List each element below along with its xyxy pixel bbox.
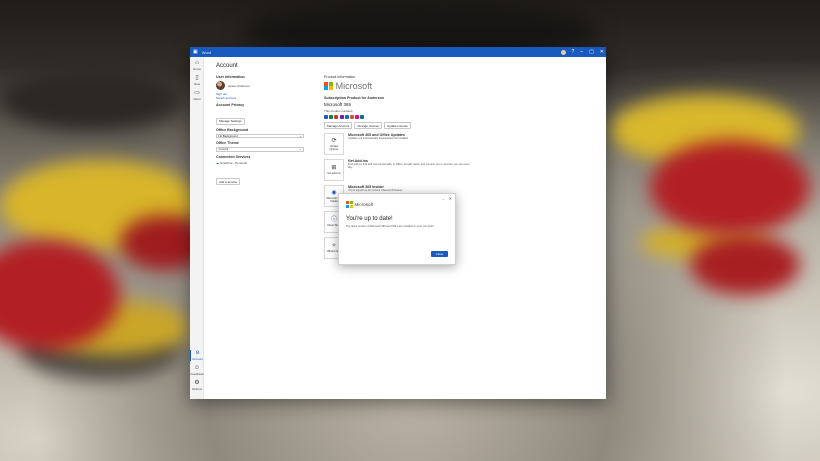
microsoft-logo: Microsoft [324, 81, 474, 91]
help-icon[interactable]: ? [572, 49, 575, 55]
maximize-icon[interactable]: ▢ [589, 49, 594, 55]
chevron-down-icon: ⌄ [299, 133, 302, 138]
dialog-title: You're up to date! [346, 216, 393, 222]
minimize-icon[interactable]: – [580, 49, 583, 55]
change-license-button[interactable]: Change License [354, 122, 383, 129]
updates-desc: Updates are automatically downloaded and… [348, 137, 409, 140]
up-to-date-dialog: – ✕ Microsoft You're up to date! The lat… [338, 193, 456, 265]
contains-label: This product contains [324, 109, 353, 113]
dialog-brand-name: Microsoft [354, 201, 374, 207]
app-icon [349, 115, 354, 119]
switch-account-link[interactable]: Switch account [216, 96, 306, 101]
dialog-minimize-icon[interactable]: – [442, 196, 444, 201]
dialog-message: The latest version of Microsoft 365 and … [346, 225, 435, 228]
app-icon [339, 115, 344, 119]
product-heading: Product Information [324, 75, 356, 79]
add-service-button[interactable]: Add a service [216, 178, 241, 186]
wallpaper-shape [690, 235, 800, 295]
dialog-controls: – ✕ [442, 196, 452, 201]
updates-info: Microsoft 365 and Office Updates Updates… [348, 133, 409, 155]
get-addins-tile[interactable]: ⊞ Get Add-ins [324, 159, 344, 181]
app-icon [324, 115, 328, 119]
privacy-heading: Account Privacy [216, 103, 245, 108]
chevron-down-icon: ⌄ [299, 147, 302, 152]
subscription-heading: Subscription Product for Anderson [324, 96, 384, 100]
user-name: Ayaan Anderson [228, 83, 250, 88]
app-icon [334, 115, 339, 119]
lightbulb-icon: ✧ [331, 243, 337, 249]
onedrive-service: ☁ OneDrive - Personal [216, 161, 306, 165]
services-heading: Connected Services [216, 154, 251, 159]
wallpaper-shape [0, 70, 180, 130]
nav-feedback-label: Feedback [190, 372, 204, 376]
update-options-tile[interactable]: ⟳ Update Options [324, 133, 344, 155]
title-bar: ▣ Word ? – ▢ ✕ [190, 47, 606, 57]
nav-open[interactable]: ▭ Open [190, 90, 204, 101]
nav-new-label: New [193, 82, 200, 86]
microsoft-logo-icon [346, 201, 353, 208]
app-name: Word [201, 49, 212, 55]
theme-select[interactable]: Colorful ⌄ [216, 147, 304, 152]
nav-home-label: Home [192, 67, 201, 71]
manage-settings-button[interactable]: Manage Settings [216, 117, 245, 125]
addins-info: Get Add-ins Find add-ins that add new fu… [348, 159, 474, 181]
theme-heading: Office Theme [216, 141, 239, 146]
app-icon [355, 115, 360, 119]
window-close-icon[interactable]: ✕ [600, 49, 604, 55]
theme-value: Colorful [218, 147, 229, 152]
options-icon: ⚙ [194, 380, 200, 386]
page-title: Account [216, 63, 238, 69]
microsoft-wordmark: Microsoft [335, 81, 373, 91]
background-heading: Office Background [216, 127, 249, 132]
nav-feedback[interactable]: ☺ Feedback [190, 365, 204, 376]
update-options-label: Update Options [329, 144, 339, 151]
app-icons-row [324, 115, 474, 119]
new-document-icon: ▯ [195, 75, 199, 81]
nav-options[interactable]: ⚙ Options [190, 380, 204, 391]
user-info-heading: User Information [216, 75, 245, 79]
app-icon [360, 115, 365, 119]
close-button[interactable]: Close [431, 251, 448, 257]
user-column: User Information Ayaan Anderson Sign out… [216, 75, 306, 188]
backstage-nav: ⌂ Home ▯ New ▭ Open ⍝ Account ☺ Feedback… [190, 57, 204, 399]
background-value: No Background [218, 133, 238, 138]
titlebar-controls: ? – ▢ ✕ [560, 47, 604, 57]
word-app-icon: ▣ [193, 49, 198, 55]
addins-desc: Find add-ins that add new functionality … [347, 163, 470, 170]
license-buttons: Manage Account Change License Update Lic… [324, 122, 474, 129]
nav-account-label: Account [192, 357, 203, 361]
get-addins-label: Get Add-ins [327, 172, 341, 175]
updates-row: ⟳ Update Options Microsoft 365 and Offic… [324, 133, 474, 155]
app-icon [329, 115, 334, 119]
nav-account[interactable]: ⍝ Account [190, 350, 204, 361]
home-icon: ⌂ [195, 60, 199, 66]
nav-options-label: Options [191, 387, 203, 391]
dialog-close-icon[interactable]: ✕ [449, 196, 452, 201]
avatar [216, 81, 225, 90]
microsoft-logo-icon [324, 81, 333, 91]
nav-home[interactable]: ⌂ Home [190, 60, 204, 71]
info-icon: ⓘ [330, 217, 337, 223]
addins-row: ⊞ Get Add-ins Get Add-ins Find add-ins t… [324, 159, 474, 181]
manage-account-button[interactable]: Manage Account [324, 122, 353, 129]
update-license-button[interactable]: Update License [384, 122, 411, 129]
person-icon: ⍝ [195, 350, 200, 356]
addins-grid-icon: ⊞ [331, 165, 337, 171]
folder-icon: ▭ [194, 90, 200, 96]
nav-open-label: Open [193, 97, 201, 101]
background-select[interactable]: No Background ⌄ [216, 133, 304, 139]
account-avatar-icon[interactable] [560, 49, 566, 55]
app-icon [344, 115, 349, 119]
user-row: Ayaan Anderson [216, 81, 306, 90]
product-name: Microsoft 365 [324, 102, 352, 107]
nav-new[interactable]: ▯ New [190, 75, 204, 86]
feedback-icon: ☺ [193, 365, 201, 371]
onedrive-label: OneDrive - Personal [219, 160, 248, 165]
cloud-icon: ☁ [216, 160, 219, 165]
update-icon: ⟳ [331, 137, 337, 144]
wallpaper-shape [650, 140, 810, 235]
insider-icon: ◉ [331, 189, 337, 196]
dialog-brand: Microsoft [346, 201, 373, 208]
insider-bullet: You're signed up for Current Channel (Pr… [348, 189, 403, 192]
